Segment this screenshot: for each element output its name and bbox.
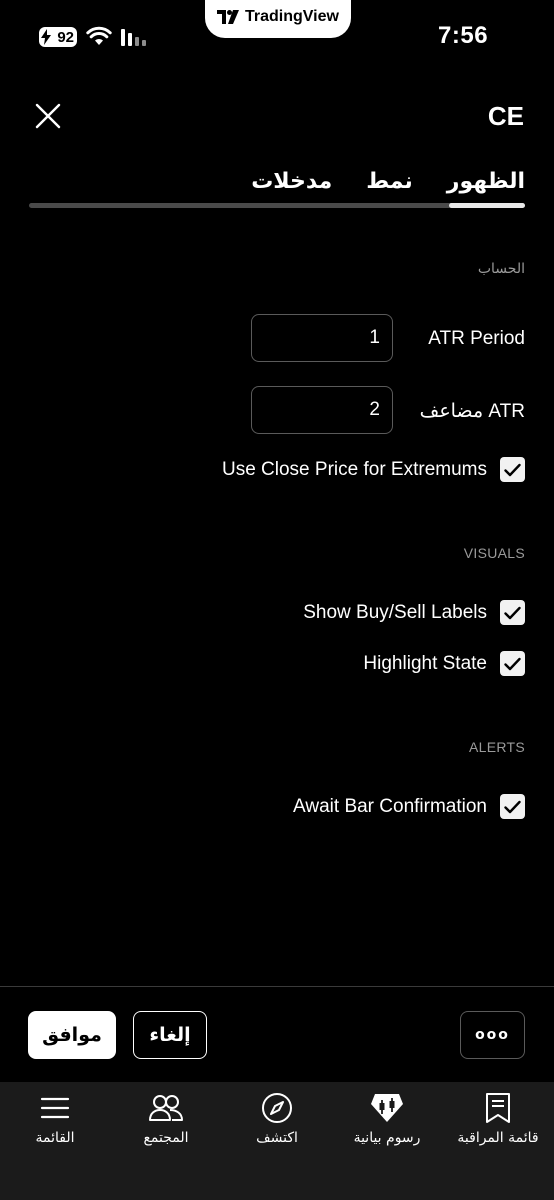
cellular-signal-icon — [121, 29, 146, 46]
await-bar-row[interactable]: Await Bar Confirmation — [293, 794, 525, 819]
section-label-calculation: الحساب — [477, 260, 525, 276]
checkmark-icon — [504, 463, 521, 476]
section-label-alerts: ALERTS — [468, 739, 525, 755]
battery-level: 92 — [57, 28, 74, 46]
bookmark-icon — [486, 1093, 510, 1123]
page-title: CE — [487, 101, 524, 131]
wifi-icon — [86, 26, 112, 45]
nav-community-label: المجتمع — [143, 1130, 189, 1146]
nav-menu-label: القائمة — [35, 1130, 75, 1146]
tradingview-logo-icon — [217, 10, 240, 24]
atr-multiplier-input[interactable] — [251, 386, 393, 434]
use-close-price-label: Use Close Price for Extremums — [221, 458, 487, 480]
people-icon — [149, 1095, 183, 1121]
await-bar-label: Await Bar Confirmation — [293, 795, 487, 817]
app-indicator-label: TradingView — [245, 8, 339, 25]
cancel-button[interactable]: إلغاء — [133, 1011, 207, 1059]
candles-icon — [371, 1094, 403, 1122]
highlight-state-row[interactable]: Highlight State — [363, 651, 525, 676]
atr-period-label: ATR Period — [428, 328, 525, 349]
tab-style[interactable]: نمط — [366, 168, 413, 194]
charging-bolt-icon — [41, 29, 51, 45]
checkmark-icon — [504, 606, 521, 619]
show-labels-label: Show Buy/Sell Labels — [303, 601, 487, 623]
close-icon[interactable] — [34, 102, 62, 130]
nav-menu[interactable]: القائمة — [0, 1092, 110, 1146]
show-labels-row[interactable]: Show Buy/Sell Labels — [303, 600, 525, 625]
nav-charts-label: رسوم بيانية — [353, 1130, 421, 1146]
status-time: 7:56 — [438, 22, 489, 49]
section-label-visuals: VISUALS — [463, 545, 525, 561]
highlight-state-label: Highlight State — [363, 652, 487, 674]
checkmark-icon — [504, 657, 521, 670]
atr-multiplier-label: مضاعف ATR — [419, 401, 525, 422]
nav-explore-label: اكتشف — [256, 1130, 298, 1146]
app-indicator-pill[interactable]: TradingView — [205, 0, 351, 38]
checkmark-icon — [504, 800, 521, 813]
nav-watchlist-label: قائمة المراقبة — [457, 1130, 539, 1146]
compass-icon — [262, 1093, 292, 1123]
nav-charts[interactable]: رسوم بيانية — [332, 1092, 442, 1146]
atr-period-input[interactable] — [251, 314, 393, 362]
show-labels-checkbox[interactable] — [500, 600, 525, 625]
tab-visibility[interactable]: الظهور — [447, 168, 525, 194]
footer-divider — [0, 986, 554, 987]
battery-indicator: 92 — [39, 27, 77, 47]
ok-button[interactable]: موافق — [28, 1011, 116, 1059]
nav-explore[interactable]: اكتشف — [222, 1092, 332, 1146]
tab-inputs[interactable]: مدخلات — [251, 168, 332, 194]
await-bar-checkbox[interactable] — [500, 794, 525, 819]
highlight-state-checkbox[interactable] — [500, 651, 525, 676]
use-close-price-row[interactable]: Use Close Price for Extremums — [222, 457, 525, 482]
nav-community[interactable]: المجتمع — [111, 1092, 221, 1146]
tab-active-indicator — [449, 203, 525, 208]
nav-watchlist[interactable]: قائمة المراقبة — [443, 1092, 553, 1146]
tab-bar: مدخلات نمط الظهور — [251, 168, 525, 194]
menu-icon — [40, 1097, 70, 1119]
use-close-price-checkbox[interactable] — [500, 457, 525, 482]
more-options-button[interactable]: ooo — [460, 1011, 525, 1059]
